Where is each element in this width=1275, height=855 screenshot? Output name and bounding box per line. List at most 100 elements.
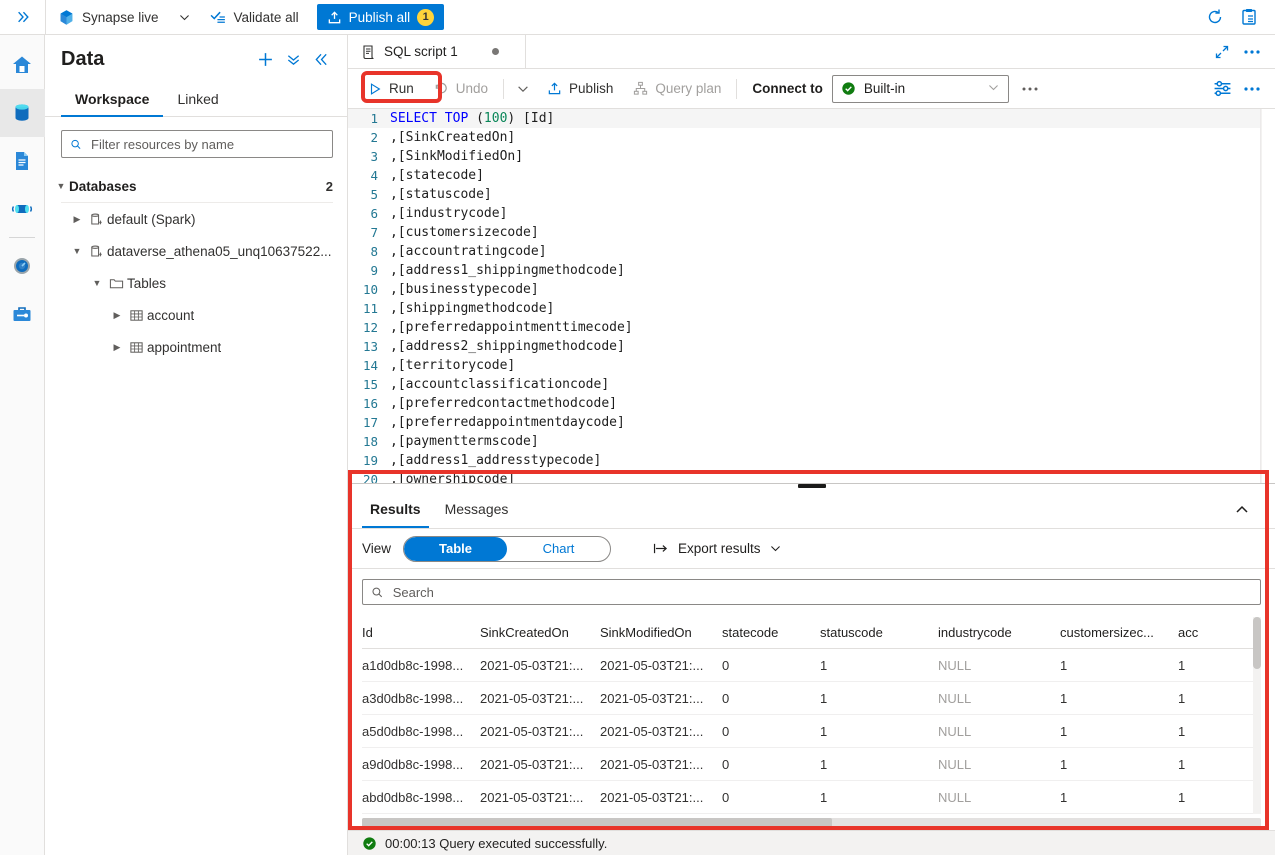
view-mode-toggle[interactable]: Table Chart (403, 535, 612, 562)
refresh-button[interactable] (1199, 1, 1231, 33)
undo-dropdown-button[interactable] (509, 74, 537, 104)
filter-resources-input[interactable] (89, 135, 324, 153)
collapse-panel-button[interactable] (309, 47, 333, 71)
chevron-down-icon (987, 81, 1000, 97)
sql-number: 100 (483, 111, 508, 126)
tree-group-databases[interactable]: ▼ Databases 2 (45, 170, 347, 202)
search-icon (372, 587, 383, 597)
synapse-icon (60, 9, 73, 25)
cell-industrycode: NULL (938, 690, 972, 706)
rail-item-monitor[interactable] (0, 242, 45, 290)
toolbox-icon (13, 307, 31, 321)
line-number: 15 (362, 377, 378, 392)
tasks-button[interactable] (1233, 1, 1265, 33)
rail-item-data[interactable] (0, 89, 45, 137)
expand-editor-button[interactable] (1209, 39, 1235, 65)
code-text: ,[accountclassificationcode] (390, 377, 610, 392)
tree-item-default-spark[interactable]: ▶ default (Spark) (45, 203, 347, 235)
publish-label: Publish (569, 81, 614, 96)
publish-button[interactable]: Publish (537, 74, 623, 104)
results-grid-vertical-thumb[interactable] (1253, 617, 1261, 669)
view-mode-chart[interactable]: Chart (507, 537, 610, 561)
results-toolbar: View Table Chart Export results (348, 529, 1275, 569)
tab-linked[interactable]: Linked (163, 83, 232, 116)
cell-statecode: 0 (722, 657, 730, 673)
command-bar-more-button[interactable] (1009, 74, 1051, 104)
rail-expand-button[interactable] (0, 0, 45, 35)
table-row[interactable]: a9d0db8c-1998... 2021-05-03T21:... 2021-… (362, 748, 1261, 781)
document-tab-sql-script-1[interactable]: SQL script 1 (348, 35, 526, 68)
rail-item-integrate[interactable] (0, 185, 45, 233)
code-line: 18 ,[paymenttermscode] (348, 432, 1275, 451)
rail-item-home[interactable] (0, 41, 45, 89)
results-search-input[interactable] (390, 583, 1252, 601)
export-results-label: Export results (678, 541, 761, 556)
column-header-id[interactable]: Id (362, 625, 480, 640)
table-row[interactable]: a3d0db8c-1998... 2021-05-03T21:... 2021-… (362, 682, 1261, 715)
run-button[interactable]: Run (358, 74, 424, 104)
caret-collapsed-icon: ▶ (73, 213, 81, 224)
tree-item-dataverse-database[interactable]: ▼ dataverse_athena05_unq10637522... (45, 235, 347, 267)
collapse-results-button[interactable] (1227, 495, 1257, 525)
query-plan-button[interactable]: Query plan (623, 74, 731, 104)
column-header-customersizecode[interactable]: customersizec... (1060, 625, 1178, 640)
tree-item-label: Tables (127, 275, 167, 291)
tab-messages[interactable]: Messages (433, 492, 521, 527)
rail-item-develop[interactable] (0, 137, 45, 185)
cell-sinkcreatedon: 2021-05-03T21:... (480, 723, 584, 739)
gauge-icon (14, 258, 30, 274)
publish-all-button[interactable]: Publish all 1 (316, 4, 445, 30)
cell-id: abd0db8c-1998... (362, 789, 464, 805)
editor-more-button[interactable] (1239, 76, 1265, 102)
synapse-live-selector[interactable]: Synapse live (46, 0, 171, 35)
database-sql-icon (85, 212, 107, 227)
table-row[interactable]: a1d0db8c-1998... 2021-05-03T21:... 2021-… (362, 649, 1261, 682)
cell-statuscode: 1 (820, 789, 828, 805)
tab-results[interactable]: Results (358, 492, 433, 528)
column-header-sinkcreatedon[interactable]: SinkCreatedOn (480, 625, 600, 640)
results-grid-vertical-scrollbar[interactable] (1253, 617, 1261, 814)
results-grid-horizontal-scrollbar[interactable] (362, 818, 1261, 829)
tree-item-tables-folder[interactable]: ▼ Tables (45, 267, 347, 299)
rail-item-manage[interactable] (0, 290, 45, 338)
table-row[interactable]: a5d0db8c-1998... 2021-05-03T21:... 2021-… (362, 715, 1261, 748)
chevron-double-left-icon (314, 53, 327, 65)
tree-item-appointment-table[interactable]: ▶ appointment (45, 331, 347, 363)
table-row[interactable]: abd0db8c-1998... 2021-05-03T21:... 2021-… (362, 781, 1261, 814)
cmd-separator-1 (503, 78, 505, 99)
column-header-accountratingcode[interactable]: acc (1178, 625, 1238, 640)
splitter-drag-handle[interactable] (797, 484, 826, 488)
line-number: 13 (362, 339, 378, 354)
code-text: ,[address2_shippingmethodcode] (390, 339, 625, 354)
view-mode-table[interactable]: Table (404, 536, 508, 561)
synapse-live-chevron-button[interactable] (171, 0, 198, 35)
data-panel-actions (253, 47, 333, 71)
code-text: ,[preferredappointmentdaycode] (390, 415, 625, 430)
filter-resources-field[interactable] (61, 130, 333, 158)
connect-to-dropdown[interactable]: Built-in (831, 74, 1009, 103)
editor-settings-button[interactable] (1209, 76, 1235, 102)
column-header-statecode[interactable]: statecode (722, 625, 820, 640)
code-line: 7 ,[customersizecode] (348, 223, 1275, 242)
undo-button[interactable]: Undo (424, 74, 498, 104)
results-search-field[interactable] (362, 579, 1261, 605)
validate-all-button[interactable]: Validate all (198, 0, 311, 35)
column-header-statuscode[interactable]: statuscode (820, 625, 938, 640)
cell-statuscode: 1 (820, 723, 828, 739)
panel-actions-button[interactable] (281, 47, 305, 71)
cell-id: a3d0db8c-1998... (362, 690, 464, 706)
export-results-button[interactable]: Export results (653, 541, 782, 556)
add-resource-button[interactable] (253, 47, 277, 71)
column-header-sinkmodifiedon[interactable]: SinkModifiedOn (600, 625, 722, 640)
unsaved-indicator-dot (491, 48, 499, 55)
tab-workspace[interactable]: Workspace (61, 83, 164, 117)
results-grid-horizontal-thumb[interactable] (362, 818, 832, 829)
results-splitter[interactable] (348, 483, 1275, 491)
sql-code-editor[interactable]: 1 SELECT TOP (100) [Id] 2 ,[SinkCreatedOn… (348, 109, 1275, 483)
connect-to-value: Built-in (863, 81, 906, 96)
results-grid[interactable]: Id SinkCreatedOn SinkModifiedOn statecod… (362, 617, 1261, 814)
cell-customersizecode: 1 (1060, 690, 1068, 706)
tab-more-button[interactable] (1239, 39, 1265, 65)
column-header-industrycode[interactable]: industrycode (938, 625, 1060, 640)
tree-item-account-table[interactable]: ▶ account (45, 299, 347, 331)
